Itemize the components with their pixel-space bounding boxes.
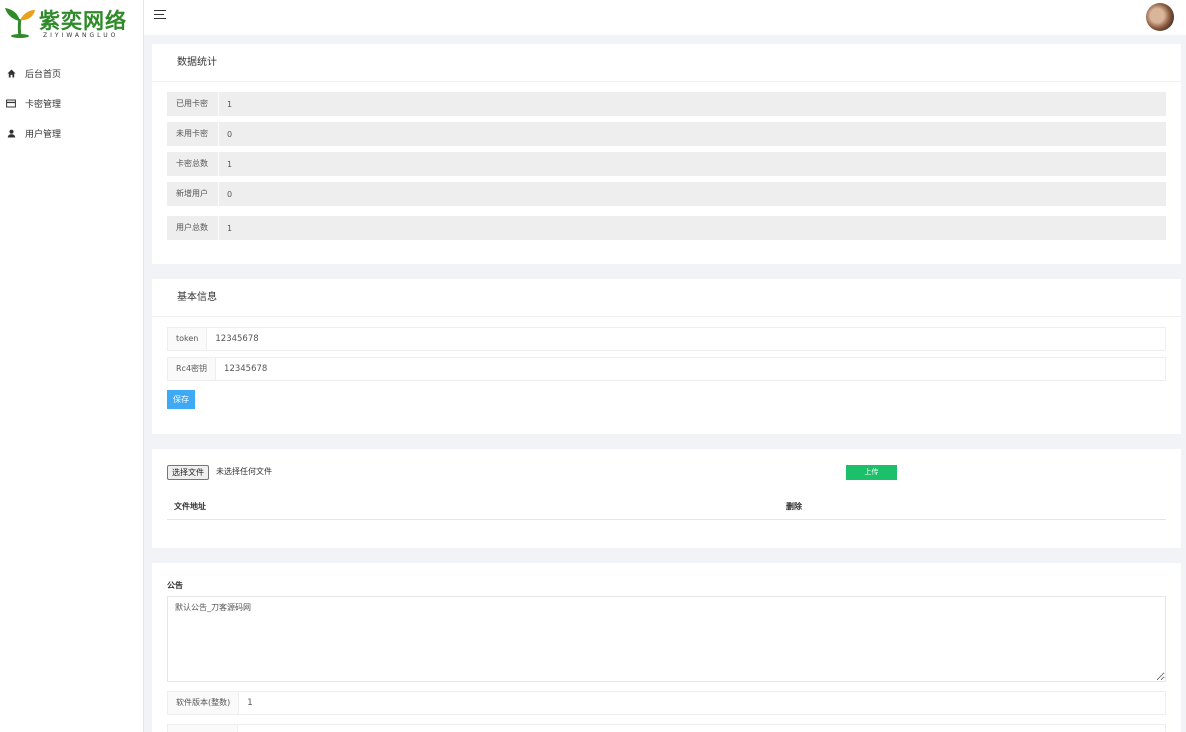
next-field-row — [167, 724, 1166, 732]
stat-label: 已用卡密 — [167, 92, 219, 116]
column-header-address: 文件地址 — [174, 502, 206, 511]
sidebar-item-users[interactable]: 用户管理 — [0, 118, 143, 148]
version-row: 软件版本(整数) — [167, 691, 1166, 715]
token-label: token — [168, 328, 208, 350]
logo[interactable]: 紫奕网络 ZIYIWANGLUO — [3, 3, 138, 41]
sidebar-item-label: 后台首页 — [25, 69, 62, 80]
table-divider — [167, 519, 1166, 520]
logo-icon — [5, 8, 35, 38]
stat-row-total-users: 用户总数 1 — [167, 216, 1166, 240]
next-field-label — [168, 725, 238, 732]
version-label: 软件版本(整数) — [168, 692, 240, 714]
file-status: 未选择任何文件 — [216, 467, 272, 476]
sidebar-item-cards[interactable]: 卡密管理 — [0, 88, 143, 118]
user-icon — [6, 128, 16, 138]
notice-card: 公告 默认公告_刀客源码网 软件版本(整数) — [152, 563, 1181, 732]
brand-name: 紫奕网络 — [39, 8, 127, 33]
stat-row-new-users: 新增用户 0 — [167, 182, 1166, 206]
sidebar-item-label: 用户管理 — [25, 129, 62, 140]
rc4-label: Rc4密钥 — [168, 358, 217, 380]
stat-label: 未用卡密 — [167, 122, 219, 146]
sidebar-item-label: 卡密管理 — [25, 99, 62, 110]
stat-label: 用户总数 — [167, 216, 219, 240]
user-avatar[interactable] — [1146, 3, 1174, 31]
card-icon — [6, 98, 16, 108]
stat-row-used: 已用卡密 1 — [167, 92, 1166, 116]
stat-row-unused: 未用卡密 0 — [167, 122, 1166, 146]
stats-title: 数据统计 — [152, 44, 1181, 82]
stat-value: 0 — [227, 189, 233, 199]
stats-card: 数据统计 已用卡密 1 未用卡密 0 卡密总数 1 新增用户 0 用户总数 1 — [152, 44, 1181, 264]
sidebar-nav: 后台首页 卡密管理 用户管理 — [0, 58, 143, 148]
brand-subtitle: ZIYIWANGLUO — [43, 32, 119, 39]
notice-textarea[interactable]: 默认公告_刀客源码网 — [167, 596, 1166, 682]
stat-row-total-cards: 卡密总数 1 — [167, 152, 1166, 176]
sidebar-item-home[interactable]: 后台首页 — [0, 58, 143, 88]
upload-button[interactable]: 上传 — [846, 465, 897, 480]
stat-value: 0 — [227, 129, 233, 139]
version-input[interactable] — [239, 692, 1165, 714]
stat-value: 1 — [227, 99, 233, 109]
rc4-input[interactable] — [216, 358, 1165, 380]
rc4-row: Rc4密钥 — [167, 357, 1166, 381]
token-row: token — [167, 327, 1166, 351]
stat-value: 1 — [227, 223, 233, 233]
top-header — [144, 0, 1186, 35]
basic-info-card: 基本信息 token Rc4密钥 保存 — [152, 279, 1181, 434]
stat-label: 卡密总数 — [167, 152, 219, 176]
notice-label: 公告 — [167, 581, 183, 590]
hamburger-icon[interactable] — [154, 10, 166, 19]
home-icon — [6, 68, 16, 78]
stat-value: 1 — [227, 159, 233, 169]
basic-info-title: 基本信息 — [152, 279, 1181, 317]
save-button[interactable]: 保存 — [167, 390, 195, 409]
token-input[interactable] — [207, 328, 1165, 350]
upload-card: 选择文件 未选择任何文件 上传 文件地址 删除 — [152, 449, 1181, 548]
sidebar: 紫奕网络 ZIYIWANGLUO 后台首页 卡密管理 用户管理 — [0, 0, 144, 732]
stat-label: 新增用户 — [167, 182, 219, 206]
column-header-delete: 删除 — [786, 502, 802, 511]
choose-file-button[interactable]: 选择文件 — [167, 465, 209, 480]
